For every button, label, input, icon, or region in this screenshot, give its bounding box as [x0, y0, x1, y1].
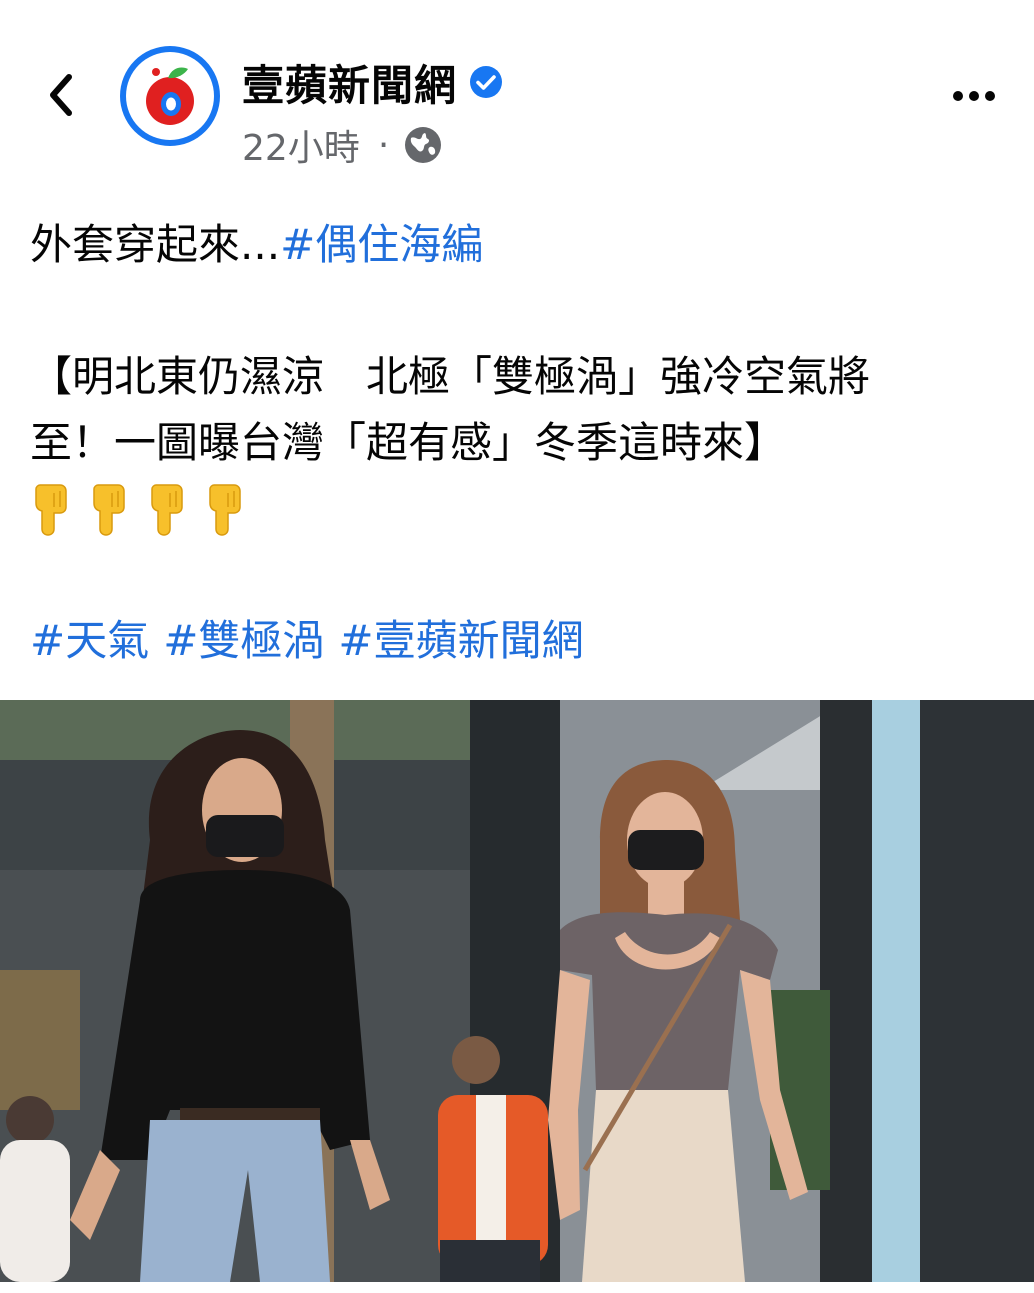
hashtag-weather[interactable]: #天氣	[30, 616, 149, 665]
chevron-left-icon	[50, 74, 72, 116]
hashtag-page[interactable]: #壹蘋新聞網	[338, 616, 583, 665]
hashtag-polar-vortex[interactable]: #雙極渦	[163, 616, 324, 665]
emoji-row	[30, 476, 1005, 542]
backhand-index-pointing-down-emoji	[204, 481, 248, 537]
backhand-index-pointing-down-emoji	[88, 481, 132, 537]
more-horizontal-icon	[953, 91, 995, 101]
globe-icon	[403, 125, 443, 165]
intro-hashtag[interactable]: #偶住海編	[280, 220, 483, 269]
post-meta: 22小時 ·	[242, 120, 443, 170]
verified-badge-icon	[469, 65, 503, 99]
back-button[interactable]	[38, 70, 82, 120]
page-name-row: 壹蘋新聞網	[242, 54, 503, 110]
backhand-index-pointing-down-emoji	[146, 481, 190, 537]
paragraph-break	[30, 542, 1005, 608]
post-photo[interactable]	[0, 700, 1034, 1282]
paragraph-break	[30, 278, 1005, 344]
hashtag-line: #天氣 #雙極渦 #壹蘋新聞網	[30, 608, 1005, 674]
post-timestamp[interactable]: 22小時	[242, 119, 360, 171]
headline-line-1: 【明北東仍濕涼 北極「雙極渦」強冷空氣將	[30, 352, 871, 401]
page-name[interactable]: 壹蘋新聞網	[242, 52, 457, 113]
intro-text: 外套穿起來...	[30, 220, 281, 269]
street-photo-illustration	[0, 700, 1034, 1282]
page-avatar[interactable]	[120, 46, 220, 146]
apple-logo	[126, 52, 214, 140]
backhand-index-pointing-down-emoji	[30, 481, 74, 537]
more-options-button[interactable]	[946, 76, 1002, 116]
post-header: 壹蘋新聞網 22小時 ·	[0, 0, 1034, 190]
meta-separator: ·	[377, 124, 390, 166]
post-message: 外套穿起來...#偶住海編 【明北東仍濕涼 北極「雙極渦」強冷空氣將 至！一圖曝…	[30, 212, 1005, 674]
headline-line-2: 至！一圖曝台灣「超有感」冬季這時來】	[30, 418, 787, 467]
intro-line: 外套穿起來...#偶住海編	[30, 212, 1005, 278]
apple-logo-icon	[146, 67, 194, 125]
